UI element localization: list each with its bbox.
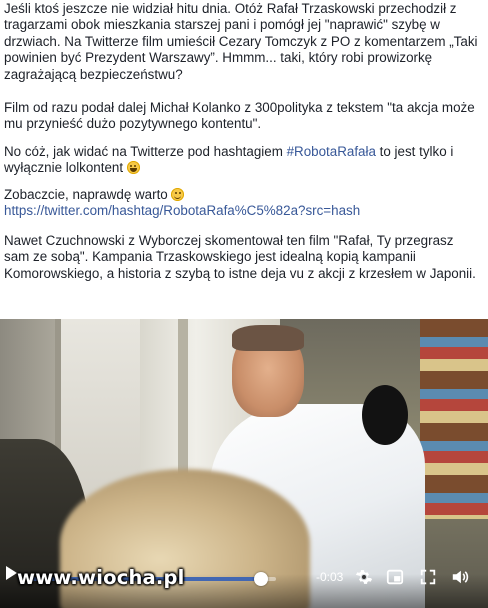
watermark: www.wiocha.pl — [17, 566, 185, 589]
smiley-emoji-icon — [171, 188, 185, 201]
volume-icon[interactable] — [451, 568, 469, 586]
fullscreen-icon[interactable] — [419, 568, 437, 586]
time-remaining: -0:03 — [316, 570, 344, 584]
twitter-hashtag-url-link[interactable]: https://twitter.com/hashtag/RobotaRafa%C… — [4, 203, 360, 218]
post-paragraph-4: Zobaczcie, naprawdę warto https://twitte… — [4, 187, 480, 220]
post-paragraph-2: Film od razu podał dalej Michał Kolanko … — [4, 100, 475, 132]
settings-gear-icon[interactable] — [355, 568, 373, 586]
play-icon[interactable] — [6, 566, 17, 580]
video-player[interactable] — [0, 319, 488, 608]
laughing-emoji-icon — [126, 161, 140, 175]
post-paragraph-5: Nawet Czuchnowski z Wyborczej skomentowa… — [4, 233, 476, 281]
paragraph-4-text: Zobaczcie, naprawdę warto — [4, 187, 172, 202]
post-paragraph-3: No cóż, jak widać na Twitterze pod hasht… — [4, 144, 480, 177]
post-paragraph-1: Jeśli ktoś jeszcze nie widział hitu dnia… — [4, 1, 478, 82]
picture-in-picture-icon[interactable] — [386, 568, 404, 586]
paragraph-3-text-start: No cóż, jak widać na Twitterze pod hasht… — [4, 144, 287, 159]
hashtag-link[interactable]: #RobotaRafała — [287, 144, 376, 159]
video-frame — [0, 319, 488, 608]
